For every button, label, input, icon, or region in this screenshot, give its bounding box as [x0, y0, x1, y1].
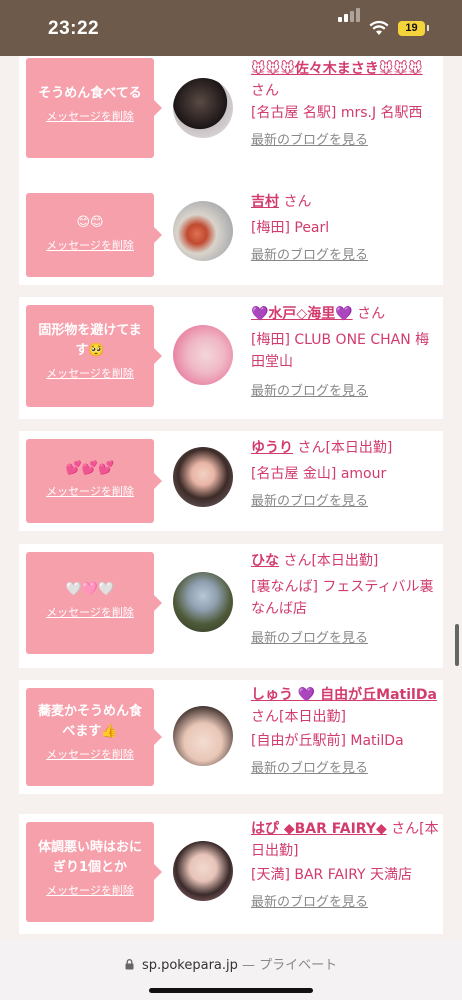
url-separator: —	[242, 958, 256, 973]
cast-name-link[interactable]: 吉村	[251, 194, 279, 210]
message-text: 😊😊	[76, 215, 104, 230]
message-text: 🤍🩷🤍	[65, 582, 115, 597]
delete-message-link[interactable]: メッセージを削除	[46, 365, 134, 381]
message-text: そうめん食べてる	[38, 86, 142, 101]
home-indicator[interactable]	[149, 988, 313, 993]
cast-name-link[interactable]: はぴ ◆BAR FAIRY◆	[251, 821, 387, 837]
message-bubble: 💕💕💕 メッセージを削除	[26, 439, 162, 523]
status-time: 23:22	[48, 18, 100, 39]
avatar[interactable]	[173, 78, 233, 138]
avatar[interactable]	[173, 706, 233, 766]
message-text: 固形物を避けてます🥺	[38, 323, 142, 358]
wifi-icon	[369, 20, 389, 35]
cast-name-link[interactable]: しゅう 💜 自由が丘MatilDa	[251, 687, 437, 703]
avatar[interactable]	[173, 841, 233, 901]
honorific: さん	[357, 306, 386, 322]
status-bar: 23:22 19	[0, 0, 462, 56]
battery-tip	[427, 25, 429, 31]
message-card: 固形物を避けてます🥺 メッセージを削除 💜水戸◇海里💜 さん [梅田] CLUB…	[19, 297, 443, 419]
latest-blog-link[interactable]: 最新のブログを見る	[251, 892, 439, 914]
battery-indicator: 19	[398, 21, 425, 36]
message-card: 体調悪い時はおにぎり1個とか メッセージを削除 はぴ ◆BAR FAIRY◆ さ…	[19, 814, 443, 934]
shop-info: [名古屋 名駅] mrs.J 名駅西	[251, 105, 423, 121]
shop-info: [裏なんば] フェスティバル裏なんば店	[251, 579, 434, 617]
message-bubble: 🤍🩷🤍 メッセージを削除	[26, 552, 162, 654]
message-bubble: 蕎麦かそうめん食べます👍 メッセージを削除	[26, 688, 162, 786]
avatar[interactable]	[173, 325, 233, 385]
message-bubble: 体調悪い時はおにぎり1個とか メッセージを削除	[26, 822, 162, 922]
message-feed[interactable]: そうめん食べてる メッセージを削除 🐭🐭🐭佐々木まさき🐭🐭🐭 さん [名古屋 名…	[0, 56, 462, 940]
latest-blog-link[interactable]: 最新のブログを見る	[251, 491, 439, 513]
message-card: 蕎麦かそうめん食べます👍 メッセージを削除 しゅう 💜 自由が丘MatilDa …	[19, 680, 443, 794]
message-text: 蕎麦かそうめん食べます👍	[37, 704, 142, 739]
honorific: さん[本日出勤]	[283, 553, 379, 569]
message-text: 体調悪い時はおにぎり1個とか	[37, 840, 142, 875]
latest-blog-link[interactable]: 最新のブログを見る	[251, 758, 439, 780]
message-bubble: 固形物を避けてます🥺 メッセージを削除	[26, 305, 162, 407]
shop-info: [梅田] CLUB ONE CHAN 梅田堂山	[251, 332, 430, 370]
avatar[interactable]	[173, 572, 233, 632]
shop-info: [梅田] Pearl	[251, 220, 330, 236]
delete-message-link[interactable]: メッセージを削除	[46, 483, 134, 499]
shop-info: [名古屋 金山] amour	[251, 466, 387, 482]
lock-icon	[125, 959, 134, 970]
latest-blog-link[interactable]: 最新のブログを見る	[251, 130, 439, 152]
avatar[interactable]	[173, 201, 233, 261]
latest-blog-link[interactable]: 最新のブログを見る	[251, 245, 439, 267]
delete-message-link[interactable]: メッセージを削除	[46, 604, 134, 620]
delete-message-link[interactable]: メッセージを削除	[46, 882, 134, 898]
honorific: さん	[283, 194, 312, 210]
message-card: 💕💕💕 メッセージを削除 ゆうり さん[本日出勤] [名古屋 金山] amour…	[19, 431, 443, 531]
delete-message-link[interactable]: メッセージを削除	[46, 108, 134, 124]
cast-name-link[interactable]: 🐭🐭🐭佐々木まさき🐭🐭🐭	[251, 61, 423, 77]
shop-info: [自由が丘駅前] MatilDa	[251, 733, 404, 749]
message-text: 💕💕💕	[65, 461, 115, 476]
message-card: 🤍🩷🤍 メッセージを削除 ひな さん[本日出勤] [裏なんば] フェスティバル裏…	[19, 544, 443, 668]
cast-name-link[interactable]: 💜水戸◇海里💜	[251, 306, 353, 322]
scrollbar-thumb[interactable]	[455, 624, 459, 666]
honorific: さん	[251, 83, 279, 99]
message-card: 😊😊 メッセージを削除 吉村 さん [梅田] Pearl 最新のブログを見る	[19, 185, 443, 285]
delete-message-link[interactable]: メッセージを削除	[46, 746, 134, 762]
message-bubble: そうめん食べてる メッセージを削除	[26, 58, 162, 158]
avatar[interactable]	[173, 447, 233, 507]
latest-blog-link[interactable]: 最新のブログを見る	[251, 381, 439, 403]
honorific: さん[本日出勤]	[251, 709, 346, 725]
message-bubble: 😊😊 メッセージを削除	[26, 193, 162, 277]
cast-name-link[interactable]: ゆうり	[251, 440, 293, 456]
latest-blog-link[interactable]: 最新のブログを見る	[251, 628, 439, 650]
url-domain: sp.pokepara.jp	[141, 958, 238, 973]
cast-name-link[interactable]: ひな	[251, 553, 279, 569]
delete-message-link[interactable]: メッセージを削除	[46, 237, 134, 253]
shop-info: [天満] BAR FAIRY 天満店	[251, 867, 413, 883]
honorific: さん[本日出勤]	[297, 440, 393, 456]
privacy-label: プライベート	[259, 958, 338, 973]
